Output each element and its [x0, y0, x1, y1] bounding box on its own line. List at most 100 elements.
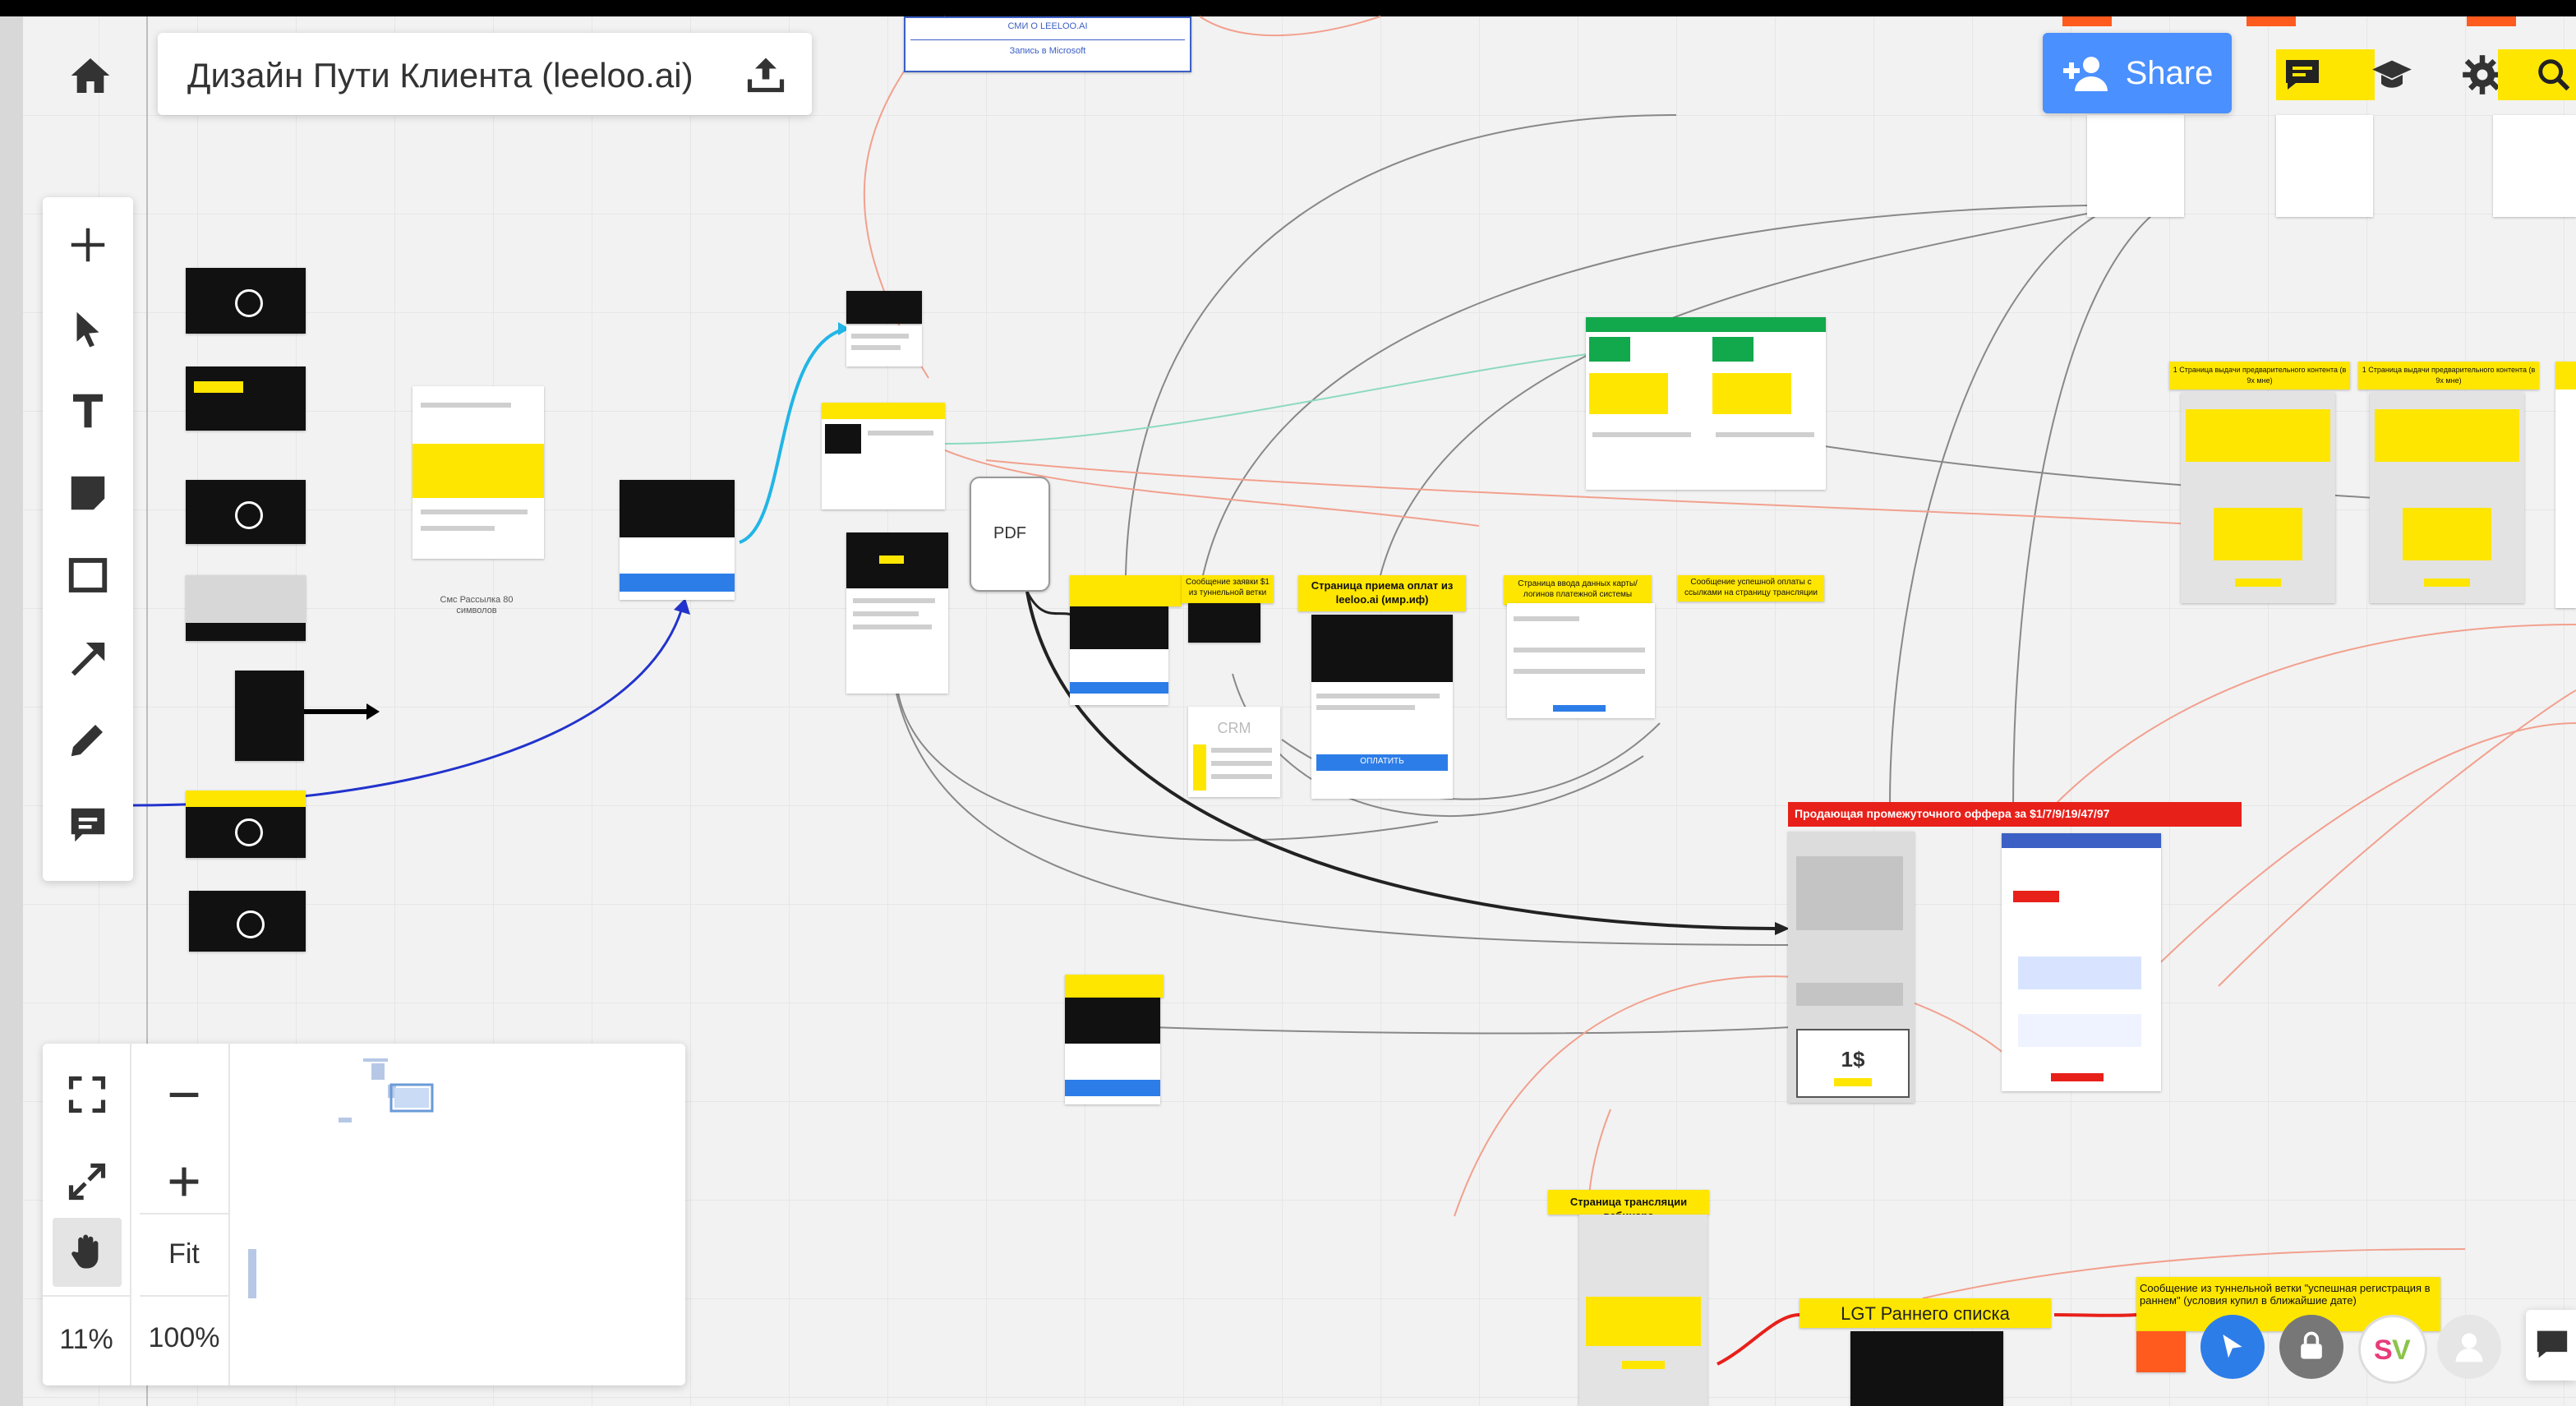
registration-form-card[interactable]	[822, 403, 945, 509]
content-page-card[interactable]	[2370, 393, 2524, 603]
chat-icon	[2537, 1330, 2568, 1358]
content-page-label-card[interactable]: 1 Страница выдачи предварительного конте…	[2169, 362, 2350, 390]
select-tool[interactable]	[55, 296, 121, 362]
video-thumbnail[interactable]	[186, 575, 306, 641]
offer-page-wireframe[interactable]: 1$	[1788, 832, 1915, 1103]
reminder-video-card[interactable]	[1188, 603, 1260, 643]
nav-column-left: 11%	[43, 1044, 131, 1385]
lower-page-card[interactable]	[1065, 998, 1160, 1104]
video-lesson-card[interactable]	[846, 532, 948, 694]
zoom-100-button[interactable]: 100%	[140, 1313, 228, 1362]
home-icon	[71, 58, 110, 93]
snippet-divider	[910, 39, 1185, 40]
content-page-label-2: 1 Страница выдачи предварительного конте…	[2362, 366, 2536, 385]
content-page-card[interactable]	[2181, 393, 2335, 603]
offer-banner[interactable]: Продающая промежуточного оффера за $1/7/…	[1788, 802, 2242, 827]
text-icon	[73, 394, 103, 428]
data-entry-page-card[interactable]	[1507, 603, 1655, 718]
lgt-label: LGT Раннего списка	[1841, 1303, 2010, 1324]
tunnel-message-label: Сообщение из туннельной ветки "успешная …	[2140, 1282, 2431, 1307]
orange-note[interactable]	[2136, 1331, 2186, 1372]
crm-label: CRM	[1217, 720, 1251, 736]
collaborator-avatar[interactable]	[2200, 1315, 2265, 1379]
sticky-note-tool[interactable]	[55, 460, 121, 526]
orange-tab	[2467, 16, 2516, 26]
navigation-panel: 11% Fit 100%	[43, 1044, 685, 1385]
board-title[interactable]: Дизайн Пути Клиента (leeloo.ai)	[187, 56, 694, 95]
graduation-cap-icon	[2372, 60, 2412, 88]
crm-card[interactable]: CRM	[1188, 707, 1280, 797]
pdf-document-card[interactable]: PDF	[970, 477, 1050, 592]
export-button[interactable]	[733, 44, 799, 104]
share-button[interactable]: Share	[2043, 33, 2232, 113]
payment-page-title-card[interactable]: Страница приема оплат из leeloo.ai (имр.…	[1298, 575, 1466, 611]
video-thumbnail[interactable]	[186, 366, 306, 431]
lower-flow-label[interactable]	[1065, 975, 1164, 998]
add-tool[interactable]	[55, 212, 121, 278]
data-entry-label-card[interactable]: Страница ввода данных карты/логинов плат…	[1504, 575, 1652, 605]
landing-page-card[interactable]	[620, 480, 735, 600]
learning-center-button[interactable]	[2363, 46, 2421, 104]
chat-panel-button[interactable]	[2526, 1310, 2576, 1381]
home-button[interactable]	[58, 43, 123, 108]
phone-screen-thumbnail[interactable]	[235, 671, 304, 761]
minimap[interactable]	[240, 1052, 675, 1377]
board-title-bar[interactable]: Дизайн Пути Клиента (leeloo.ai)	[158, 33, 812, 115]
fullscreen-button[interactable]	[56, 1063, 118, 1126]
top-page-card[interactable]	[2276, 115, 2373, 217]
hand-icon	[71, 1234, 99, 1269]
share-label: Share	[2125, 54, 2214, 91]
zoom-level[interactable]: 11%	[43, 1315, 130, 1364]
comments-toggle[interactable]	[2276, 46, 2329, 104]
zoom-out-button[interactable]	[153, 1063, 215, 1126]
green-header-group[interactable]	[1586, 317, 1826, 490]
text-card[interactable]	[846, 325, 922, 366]
content-page-label-card[interactable]: 1 Страница выдачи предварительного конте…	[2358, 362, 2539, 390]
fit-button[interactable]: Fit	[140, 1229, 228, 1279]
initials-icon: SV	[2374, 1335, 2411, 1366]
zoom-in-button[interactable]	[153, 1150, 215, 1213]
top-page-card[interactable]	[2087, 115, 2184, 217]
video-thumbnail[interactable]	[189, 891, 306, 952]
orange-tab	[2247, 16, 2296, 26]
add-user-icon	[2062, 57, 2108, 91]
webinar-page-title-card[interactable]: Страница трансляции вебинара	[1548, 1190, 1709, 1215]
top-page-card[interactable]	[2493, 115, 2576, 217]
expand-button[interactable]	[56, 1150, 118, 1213]
dark-header-card[interactable]	[846, 291, 922, 324]
expand-arrows-icon	[68, 1163, 106, 1201]
minus-icon	[169, 1092, 199, 1098]
reminder-label-card[interactable]: Сообщение заявки $1 из туннельной ветки	[1182, 575, 1274, 603]
content-page-card-partial[interactable]	[2555, 362, 2576, 608]
collaborator-avatar[interactable]	[2279, 1315, 2343, 1379]
success-message-card[interactable]: Сообщение успешной оплаты с ссылками на …	[1678, 575, 1824, 602]
reminder-page-card[interactable]	[1070, 606, 1168, 705]
lgt-label-card[interactable]: LGT Раннего списка	[1800, 1298, 2051, 1328]
payment-button[interactable]: ОПЛАТИТЬ	[1316, 757, 1448, 766]
flow-label-card[interactable]	[1070, 575, 1182, 606]
pdf-label: PDF	[993, 524, 1026, 542]
rectangle-tool[interactable]	[55, 542, 121, 608]
pen-tool[interactable]	[55, 707, 121, 772]
video-thumbnail[interactable]	[186, 791, 306, 858]
hand-pan-button[interactable]	[53, 1218, 122, 1287]
canvas-left-edge	[0, 16, 23, 1406]
offer-long-page[interactable]	[2002, 833, 2161, 1091]
payment-page-card[interactable]: ОПЛАТИТЬ	[1311, 615, 1453, 799]
offer-banner-label: Продающая промежуточного оффера за $1/7/…	[1795, 807, 2110, 820]
sms-mailing-card[interactable]	[412, 386, 544, 559]
lgt-video-card[interactable]	[1850, 1331, 2003, 1406]
collaborator-avatar[interactable]: SV	[2358, 1315, 2427, 1384]
comment-icon	[71, 808, 105, 842]
video-thumbnail[interactable]	[186, 480, 306, 544]
search-button[interactable]	[2531, 46, 2576, 104]
comment-tool[interactable]	[55, 792, 121, 858]
webinar-page-card[interactable]	[1579, 1215, 1707, 1406]
video-thumbnail[interactable]	[186, 268, 306, 334]
lock-icon	[2301, 1331, 2322, 1359]
press-snippet-title: СМИ О LEELOO.AI	[1007, 21, 1088, 31]
arrow-tool[interactable]	[55, 625, 121, 690]
text-tool[interactable]	[55, 378, 121, 444]
press-snippet-card[interactable]: СМИ О LEELOO.AI Запись в Microsoft	[904, 16, 1191, 72]
collaborator-avatar[interactable]	[2437, 1315, 2501, 1379]
